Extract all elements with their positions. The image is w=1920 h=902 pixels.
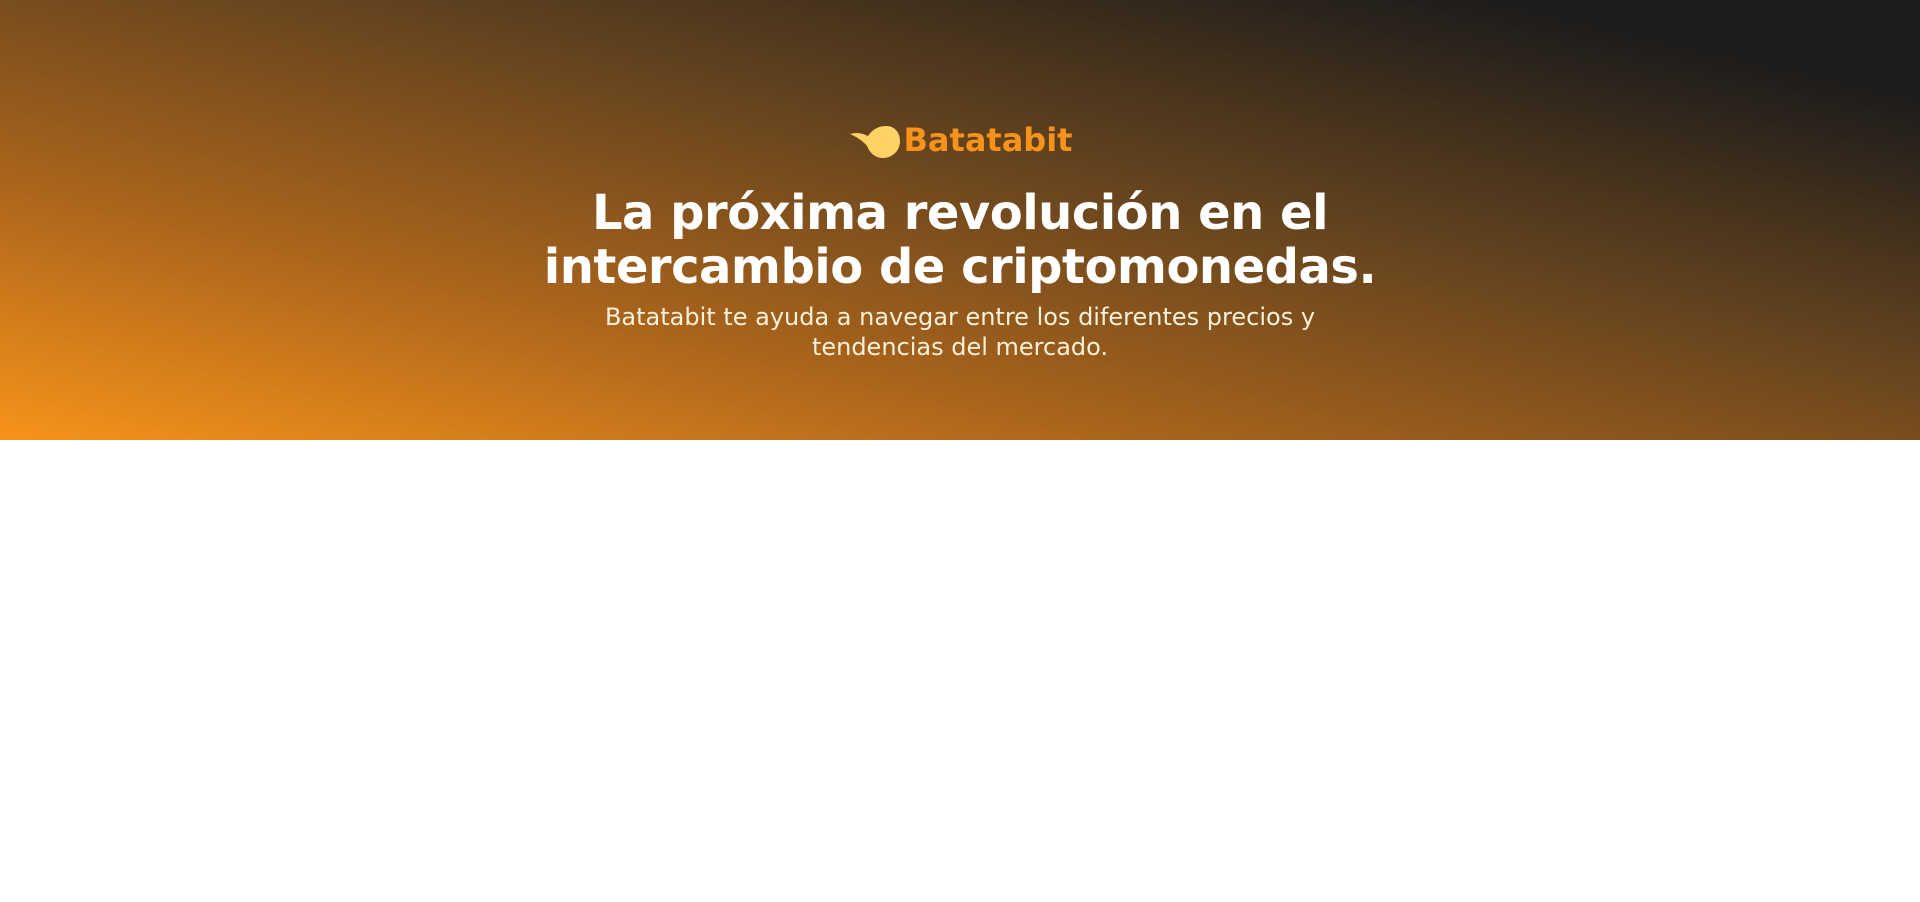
hero-headline: La próxima revolución en el intercambio … <box>0 186 1920 294</box>
hero-content: Batatabit La próxima revolución en el in… <box>0 0 1920 440</box>
subline-line-2: tendencias del mercado. <box>811 333 1109 361</box>
headline-line-1: La próxima revolución en el <box>591 185 1329 241</box>
page-body <box>0 440 1920 902</box>
batata-icon <box>849 126 900 158</box>
subline-line-1: Batatabit te ayuda a navegar entre los d… <box>604 303 1316 331</box>
hero-section: Batatabit La próxima revolución en el in… <box>0 0 1920 440</box>
brand-logo[interactable]: Batatabit <box>0 118 1920 162</box>
headline-line-2: intercambio de criptomonedas. <box>543 239 1377 295</box>
hero-subline: Batatabit te ayuda a navegar entre los d… <box>0 302 1920 362</box>
brand-name: Batatabit <box>903 121 1073 159</box>
